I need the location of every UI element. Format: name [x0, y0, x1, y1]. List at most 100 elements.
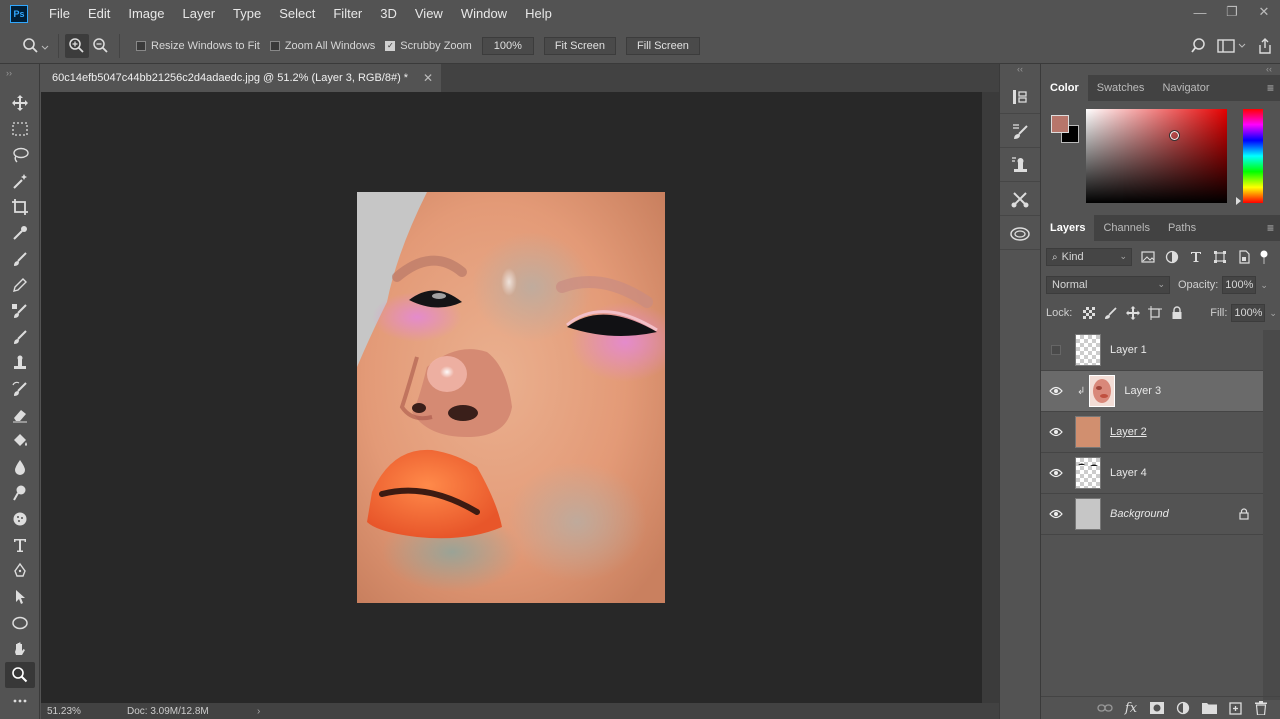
scrubby-zoom-checkbox[interactable]: ✓: [385, 40, 396, 51]
path-selection-tool-icon[interactable]: [0, 584, 40, 610]
layer-kind-filter[interactable]: ⌕ Kind ⌄: [1046, 248, 1132, 266]
art-history-brush-tool-icon[interactable]: [0, 376, 40, 402]
layer-visibility-toggle[interactable]: [1041, 494, 1071, 535]
delete-layer-icon[interactable]: [1248, 698, 1274, 718]
layer-effects-icon[interactable]: fx: [1118, 698, 1144, 718]
eraser-tool-icon[interactable]: [0, 402, 40, 428]
canvas-area[interactable]: [41, 92, 982, 703]
dock-collapse[interactable]: ‹‹: [1000, 64, 1040, 76]
healing-brush-tool-icon[interactable]: [0, 298, 40, 324]
lock-position-icon[interactable]: [1122, 304, 1144, 322]
menu-type[interactable]: Type: [224, 0, 270, 28]
zoom-tool-icon[interactable]: [5, 662, 35, 688]
new-group-icon[interactable]: [1196, 698, 1222, 718]
opacity-slider-toggle-icon[interactable]: ⌄: [1260, 280, 1268, 291]
tool-presets-icon[interactable]: [1000, 182, 1040, 216]
share-icon[interactable]: [1250, 34, 1280, 58]
brush-settings-icon[interactable]: [1000, 114, 1040, 148]
crop-tool-icon[interactable]: [0, 194, 40, 220]
layers-panel-menu-icon[interactable]: ≡: [1267, 221, 1274, 235]
scrubby-zoom-option[interactable]: ✓ Scrubby Zoom: [385, 40, 472, 52]
minimize-button[interactable]: —: [1184, 0, 1216, 24]
menu-3d[interactable]: 3D: [371, 0, 406, 28]
history-brush-tool-icon[interactable]: [0, 324, 40, 350]
menu-filter[interactable]: Filter: [324, 0, 371, 28]
blend-mode-dropdown[interactable]: Normal ⌄: [1046, 276, 1170, 294]
layer-row-background[interactable]: Background: [1041, 494, 1263, 535]
zoom-all-windows-option[interactable]: Zoom All Windows: [269, 40, 375, 52]
toolbar-collapse[interactable]: ››: [0, 64, 39, 90]
restore-button[interactable]: ❐: [1216, 0, 1248, 24]
layer-row-layer-3[interactable]: ↲ Layer 3: [1041, 371, 1263, 412]
new-adjustment-layer-icon[interactable]: [1170, 698, 1196, 718]
filter-adjustment-icon[interactable]: [1160, 248, 1184, 266]
tab-paths[interactable]: Paths: [1159, 215, 1205, 241]
filter-shape-icon[interactable]: [1208, 248, 1232, 266]
hue-slider[interactable]: [1243, 109, 1263, 203]
close-window-button[interactable]: ✕: [1248, 0, 1280, 24]
zoom-100-button[interactable]: 100%: [481, 36, 534, 55]
blur-tool-icon[interactable]: [0, 454, 40, 480]
tab-color[interactable]: Color: [1041, 75, 1088, 101]
fill-slider-toggle-icon[interactable]: ⌄: [1269, 308, 1277, 319]
fill-screen-button[interactable]: Fill Screen: [625, 36, 700, 55]
menu-help[interactable]: Help: [516, 0, 561, 28]
canvas-artwork[interactable]: [357, 192, 665, 603]
sponge-tool-icon[interactable]: [0, 506, 40, 532]
fit-screen-button[interactable]: Fit Screen: [543, 36, 616, 55]
fill-input[interactable]: 100%: [1231, 304, 1266, 322]
menu-image[interactable]: Image: [119, 0, 173, 28]
paint-bucket-tool-icon[interactable]: [0, 428, 40, 454]
lock-transparent-pixels-icon[interactable]: [1078, 304, 1100, 322]
color-picker-cursor[interactable]: [1169, 130, 1180, 141]
menu-layer[interactable]: Layer: [174, 0, 225, 28]
canvas-vertical-scrollbar[interactable]: [982, 92, 999, 703]
resize-windows-checkbox[interactable]: [136, 40, 146, 51]
color-panel-menu-icon[interactable]: ≡: [1267, 81, 1274, 95]
lasso-tool-icon[interactable]: [0, 142, 40, 168]
workspace-icon[interactable]: [1214, 34, 1250, 58]
new-layer-icon[interactable]: [1222, 698, 1248, 718]
zoom-in-icon[interactable]: [65, 33, 89, 58]
tab-layers[interactable]: Layers: [1041, 215, 1095, 241]
magic-wand-tool-icon[interactable]: [0, 168, 40, 194]
filter-smart-object-icon[interactable]: [1232, 248, 1256, 266]
layer-visibility-toggle[interactable]: [1041, 371, 1071, 412]
filter-type-icon[interactable]: [1184, 248, 1208, 266]
layer-visibility-toggle[interactable]: [1041, 412, 1071, 453]
status-menu-arrow[interactable]: ›: [257, 706, 260, 717]
pen-tool-icon[interactable]: [0, 558, 40, 584]
zoom-level-readout[interactable]: 51.23%: [47, 706, 127, 717]
layer-row-layer-2[interactable]: Layer 2: [1041, 412, 1263, 453]
more-tools-icon[interactable]: [0, 688, 40, 714]
lock-image-pixels-icon[interactable]: [1100, 304, 1122, 322]
layer-row-layer-4[interactable]: Layer 4: [1041, 453, 1263, 494]
panels-collapse[interactable]: ‹‹: [1041, 64, 1280, 75]
menu-window[interactable]: Window: [452, 0, 516, 28]
tab-channels[interactable]: Channels: [1094, 215, 1158, 241]
color-picker-field[interactable]: [1086, 109, 1227, 203]
layer-row-layer-1[interactable]: Layer 1: [1041, 330, 1263, 371]
link-layers-icon[interactable]: [1092, 698, 1118, 718]
clone-stamp-tool-icon[interactable]: [0, 350, 40, 376]
lock-artboard-icon[interactable]: [1144, 304, 1166, 322]
foreground-color-swatch[interactable]: [1051, 115, 1069, 133]
layers-scrollbar[interactable]: [1263, 330, 1280, 700]
eyedropper-tool-icon[interactable]: [0, 220, 40, 246]
search-icon[interactable]: [1184, 34, 1214, 58]
libraries-icon[interactable]: [1000, 216, 1040, 250]
photoshop-logo[interactable]: Ps: [10, 5, 28, 23]
resize-windows-option[interactable]: Resize Windows to Fit: [136, 40, 260, 52]
hue-slider-marker[interactable]: [1236, 197, 1241, 205]
zoom-out-icon[interactable]: [89, 34, 113, 58]
filter-toggle-icon[interactable]: [1256, 248, 1272, 266]
menu-file[interactable]: File: [40, 0, 79, 28]
tab-navigator[interactable]: Navigator: [1153, 75, 1218, 101]
type-tool-icon[interactable]: [0, 532, 40, 558]
move-tool-icon[interactable]: [0, 90, 40, 116]
zoom-all-windows-checkbox[interactable]: [269, 40, 280, 51]
menu-edit[interactable]: Edit: [79, 0, 119, 28]
clone-source-icon[interactable]: [1000, 148, 1040, 182]
menu-view[interactable]: View: [406, 0, 452, 28]
brush-tool-icon[interactable]: [0, 246, 40, 272]
